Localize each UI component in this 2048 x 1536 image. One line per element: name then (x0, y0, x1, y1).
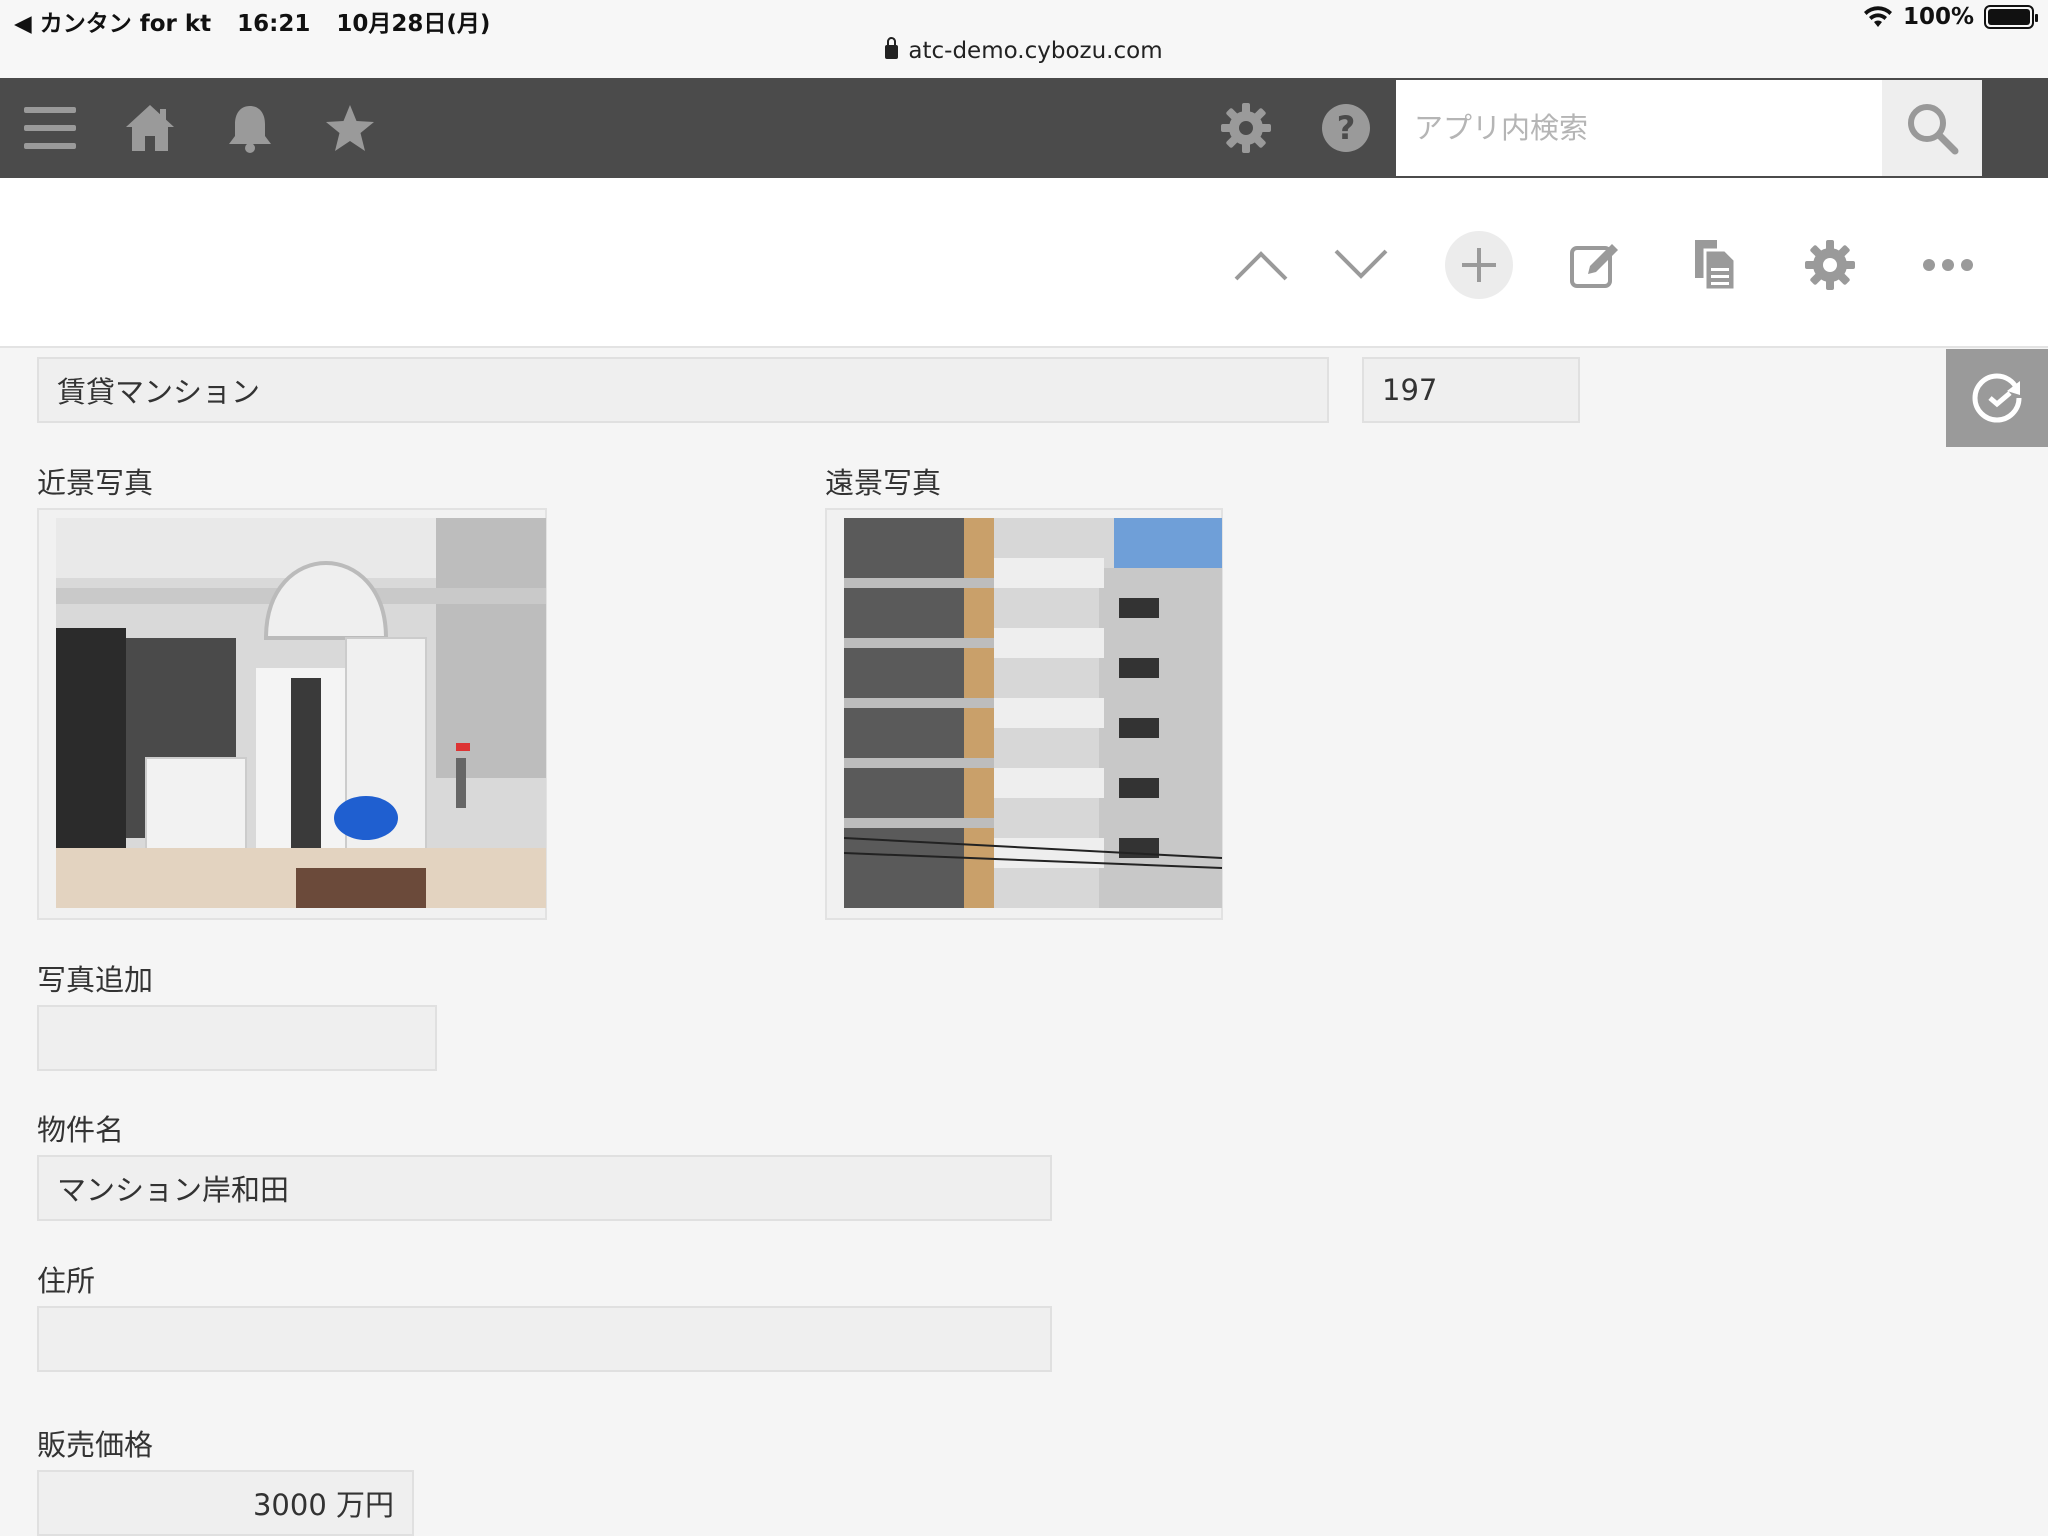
next-record-button[interactable] (1326, 230, 1396, 300)
edit-icon (1570, 244, 1618, 288)
status-time: 16:21 (237, 11, 311, 37)
menu-icon[interactable] (22, 100, 78, 156)
lock-icon (885, 37, 899, 59)
more-options-button[interactable] (1913, 230, 1983, 300)
more-dots-icon (1923, 259, 1973, 271)
chevron-down-icon (1334, 249, 1388, 279)
svg-text:?: ? (1337, 109, 1356, 147)
near-photo-label: 近景写真 (37, 466, 154, 500)
home-icon[interactable] (122, 100, 178, 156)
add-photo-label: 写真追加 (37, 963, 154, 997)
previous-record-button[interactable] (1226, 230, 1296, 300)
wifi-icon (1863, 6, 1892, 27)
record-number-field: 197 (1362, 357, 1580, 423)
notification-bell-icon[interactable] (222, 100, 278, 156)
copy-document-icon (1695, 240, 1737, 292)
app-header: ? (0, 78, 2048, 178)
duplicate-record-button[interactable] (1680, 230, 1750, 300)
refresh-clock-icon (1972, 373, 2022, 423)
edit-record-button[interactable] (1560, 230, 1630, 300)
plus-icon (1445, 231, 1513, 299)
ios-status-bar: ◀ カンタン for kt 16:21 10月28日(月) 100% atc-d… (0, 0, 2048, 78)
add-photo-field[interactable] (37, 1005, 437, 1071)
battery-percent: 100% (1902, 4, 1974, 30)
search-icon (1908, 104, 1959, 155)
far-photo-thumbnail[interactable] (844, 518, 1222, 908)
price-label: 販売価格 (37, 1428, 154, 1462)
address-field (37, 1306, 1052, 1372)
gear-icon (1805, 240, 1855, 290)
app-search-input[interactable] (1396, 80, 1882, 176)
near-photo-thumbnail[interactable] (56, 518, 546, 908)
status-date: 10月28日(月) (336, 11, 491, 37)
chevron-up-icon (1234, 251, 1288, 281)
record-settings-button[interactable] (1795, 230, 1865, 300)
property-name-field: マンション岸和田 (37, 1155, 1052, 1221)
status-left: ◀ カンタン for kt 16:21 10月28日(月) (14, 4, 508, 38)
address-bar[interactable]: atc-demo.cybozu.com (0, 37, 2048, 64)
battery-icon (1984, 5, 2038, 29)
url-text: atc-demo.cybozu.com (908, 38, 1163, 64)
address-label: 住所 (37, 1264, 96, 1298)
far-photo-label: 遠景写真 (825, 466, 942, 500)
search-button[interactable] (1882, 80, 1982, 176)
record-toolbar (0, 178, 2048, 348)
settings-gear-icon[interactable] (1218, 100, 1274, 156)
status-right: 100% (1863, 4, 2038, 30)
price-field: 3000 万円 (37, 1470, 414, 1536)
app-search (1396, 80, 1982, 176)
category-field: 賃貸マンション (37, 357, 1329, 423)
record-history-button[interactable] (1946, 349, 2048, 447)
back-to-app-link[interactable]: ◀ カンタン for kt (14, 11, 211, 37)
property-name-label: 物件名 (37, 1113, 125, 1147)
favorites-star-icon[interactable] (322, 100, 378, 156)
add-record-button[interactable] (1444, 230, 1514, 300)
help-icon[interactable]: ? (1318, 100, 1374, 156)
